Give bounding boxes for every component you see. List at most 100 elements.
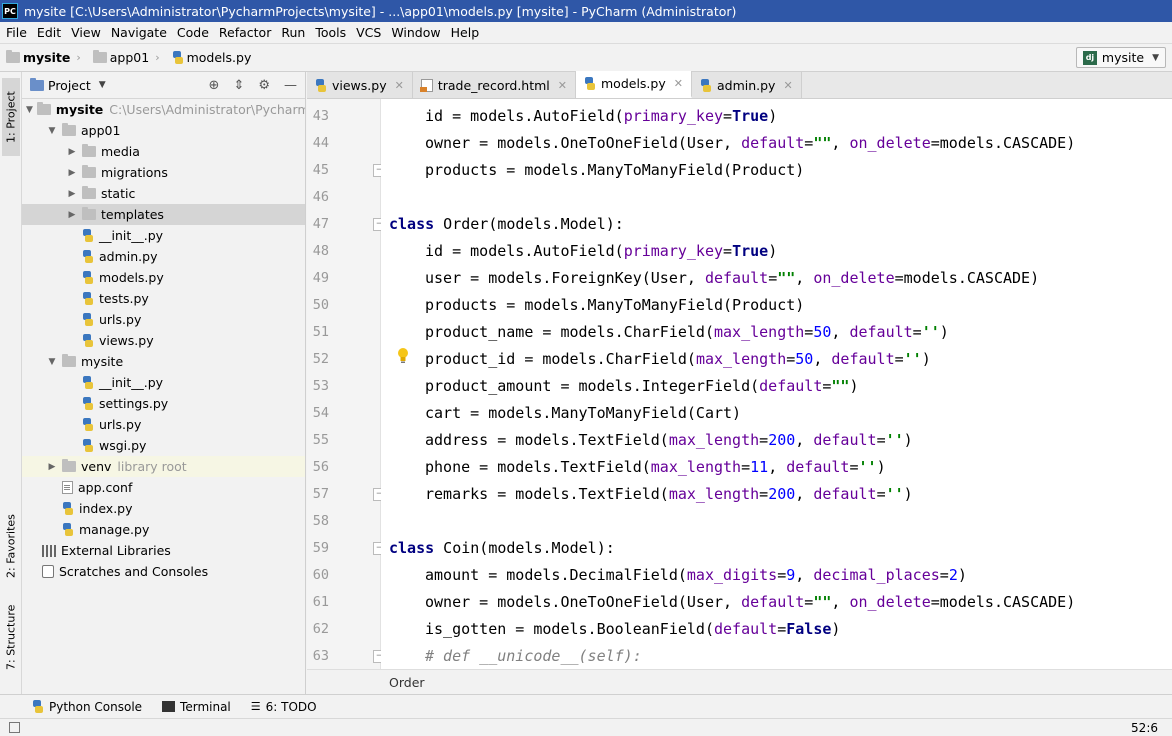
menu-file[interactable]: File	[0, 25, 32, 40]
tree-item[interactable]: tests.py	[22, 288, 305, 309]
tool-tab-project[interactable]: 1: Project	[2, 78, 20, 156]
tree-item[interactable]: settings.py	[22, 393, 305, 414]
tree-item[interactable]: ▼ mysite C:\Users\Administrator\PycharmPro…	[22, 99, 305, 120]
menu-refactor[interactable]: Refactor	[214, 25, 276, 40]
tree-item[interactable]: __init__.py	[22, 372, 305, 393]
code-line: phone = models.TextField(max_length=11, …	[425, 454, 886, 481]
menu-tools[interactable]: Tools	[310, 25, 351, 40]
tab-icon-wrap	[700, 78, 712, 92]
breadcrumb-project[interactable]: mysite	[6, 50, 70, 65]
tree-item[interactable]: wsgi.py	[22, 435, 305, 456]
tree-item[interactable]: views.py	[22, 330, 305, 351]
cursor-position[interactable]: 52:6	[1131, 721, 1158, 735]
chevron-down-icon[interactable]: ▼	[99, 80, 106, 90]
project-view-select[interactable]: Project	[48, 78, 91, 93]
todo-button[interactable]: ☰ 6: TODO	[251, 700, 317, 714]
tree-item-icon-wrap	[82, 397, 94, 410]
menu-code[interactable]: Code	[172, 25, 214, 40]
code-token: =	[876, 431, 886, 449]
breadcrumb-folder[interactable]: app01	[92, 50, 149, 65]
gear-icon[interactable]: ⚙	[258, 78, 270, 93]
line-number: 48	[312, 243, 329, 259]
collapse-arrow-icon[interactable]: ▶	[66, 210, 78, 220]
close-icon[interactable]: ✕	[674, 77, 683, 90]
tree-item[interactable]: index.py	[22, 498, 305, 519]
tree-item[interactable]: manage.py	[22, 519, 305, 540]
todo-icon: ☰	[250, 700, 261, 713]
python-file-icon	[584, 77, 596, 90]
tool-windows-toggle-icon[interactable]	[9, 722, 20, 733]
tree-item[interactable]: urls.py	[22, 414, 305, 435]
editor-tab[interactable]: admin.py ✕	[691, 72, 802, 98]
tree-item[interactable]: ▶ templates	[22, 204, 305, 225]
python-file-icon	[700, 78, 712, 92]
folder-icon	[62, 459, 76, 472]
collapse-arrow-icon[interactable]: ▶	[66, 168, 78, 178]
tree-item[interactable]: ▶ static	[22, 183, 305, 204]
menu-window[interactable]: Window	[386, 25, 445, 40]
tree-item[interactable]: ▶ media	[22, 141, 305, 162]
tree-item[interactable]: admin.py	[22, 246, 305, 267]
expand-arrow-icon[interactable]: ▼	[26, 105, 33, 115]
locate-file-icon[interactable]: ⊕	[209, 78, 220, 93]
hide-panel-icon[interactable]: —	[284, 78, 297, 93]
tree-item[interactable]: ▼ mysite	[22, 351, 305, 372]
expand-arrow-icon[interactable]: ▼	[46, 126, 58, 136]
status-bar: 52:6	[0, 718, 1172, 736]
tree-item[interactable]: ▶ migrations	[22, 162, 305, 183]
menu-navigate[interactable]: Navigate	[106, 25, 172, 40]
close-icon[interactable]: ✕	[783, 79, 792, 92]
menu-run[interactable]: Run	[276, 25, 310, 40]
tree-item[interactable]: External Libraries	[22, 540, 305, 561]
code-token: =models.CASCADE)	[894, 269, 1040, 287]
terminal-button[interactable]: Terminal	[162, 700, 231, 714]
lightbulb-icon[interactable]	[397, 347, 409, 365]
tree-item[interactable]: app.conf	[22, 477, 305, 498]
tree-item-icon-wrap	[82, 229, 94, 242]
tree-item-label: tests.py	[99, 291, 149, 306]
close-icon[interactable]: ✕	[395, 79, 404, 92]
editor-tab[interactable]: trade_record.html ✕	[412, 72, 576, 98]
expand-arrow-icon[interactable]: ▼	[46, 357, 58, 367]
tree-item-icon-wrap	[62, 123, 76, 136]
line-number: 62	[312, 621, 329, 637]
python-console-button[interactable]: Python Console	[32, 700, 142, 714]
menu-view[interactable]: View	[66, 25, 106, 40]
menu-edit[interactable]: Edit	[32, 25, 66, 40]
menu-vcs[interactable]: VCS	[351, 25, 386, 40]
tree-item[interactable]: ▶ venv library root	[22, 456, 305, 477]
code-editor[interactable]: id = models.AutoField(primary_key=True) o…	[381, 99, 1172, 669]
code-line: cart = models.ManyToManyField(Cart)	[425, 400, 741, 427]
tool-tab-structure[interactable]: 7: Structure	[2, 596, 20, 678]
breadcrumb-file[interactable]: models.py	[172, 50, 251, 65]
collapse-all-icon[interactable]: ⇕	[233, 78, 244, 93]
editor-tab-label: models.py	[601, 76, 666, 91]
editor-tab[interactable]: models.py ✕	[576, 71, 692, 98]
collapse-arrow-icon[interactable]: ▶	[66, 147, 78, 157]
code-line: owner = models.OneToOneField(User, defau…	[425, 130, 1075, 157]
tab-icon-wrap	[315, 78, 327, 92]
tree-item[interactable]: __init__.py	[22, 225, 305, 246]
python-file-icon	[172, 51, 184, 64]
close-icon[interactable]: ✕	[558, 79, 567, 92]
line-number: 45	[312, 162, 329, 178]
python-file-icon	[82, 439, 94, 452]
tree-item[interactable]: urls.py	[22, 309, 305, 330]
collapse-arrow-icon[interactable]: ▶	[66, 189, 78, 199]
tree-item[interactable]: models.py	[22, 267, 305, 288]
tree-item[interactable]: ▼ app01	[22, 120, 305, 141]
editor-tab-label: views.py	[332, 77, 387, 93]
project-icon	[30, 77, 44, 91]
run-configuration-select[interactable]: dj mysite ▼	[1075, 47, 1166, 68]
editor-tab[interactable]: views.py ✕	[307, 72, 413, 98]
menu-help[interactable]: Help	[446, 25, 485, 40]
tree-item[interactable]: Scratches and Consoles	[22, 561, 305, 582]
code-token: )	[903, 431, 913, 449]
editor-breadcrumb-item[interactable]: Order	[389, 675, 425, 690]
collapse-arrow-icon[interactable]: ▶	[46, 462, 58, 472]
line-number: 52	[312, 351, 329, 367]
line-number: 49	[312, 270, 329, 286]
tool-tab-favorites[interactable]: 2: Favorites	[2, 502, 20, 590]
tree-item-icon-wrap	[82, 207, 96, 220]
code-token: =	[777, 620, 787, 638]
